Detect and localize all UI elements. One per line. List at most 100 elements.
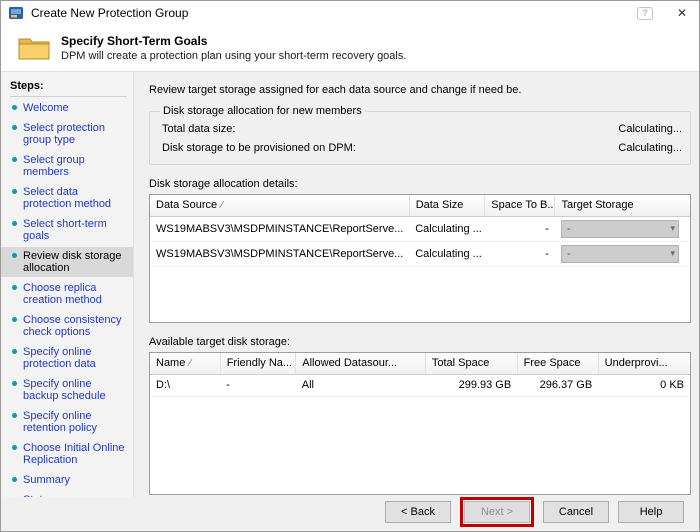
create-protection-group-dialog: Create New Protection Group ? ✕ Specify …: [0, 0, 700, 532]
footer-button-bar: < Back Next > Cancel Help: [1, 497, 699, 531]
sidebar-step-group-members[interactable]: Select group members: [10, 151, 127, 181]
target-storage-dropdown[interactable]: - ▾: [560, 244, 680, 263]
column-header-allowed-datasources[interactable]: Allowed Datasour...: [295, 353, 426, 375]
column-header-space-to-be[interactable]: Space To B...: [484, 195, 556, 217]
cell-allowed-datasources: All: [295, 374, 426, 397]
column-header-name[interactable]: Name ∕: [150, 353, 221, 375]
sidebar-step-replica-creation-method[interactable]: Choose replica creation method: [10, 279, 127, 309]
table-row[interactable]: WS19MABSV3\MSDPMINSTANCE\ReportServe... …: [150, 241, 690, 267]
cell-underprovisioned: 0 KB: [598, 374, 690, 397]
disk-allocation-groupbox: Disk storage allocation for new members …: [149, 105, 691, 165]
dropdown-value: -: [566, 247, 571, 260]
wizard-header: Specify Short-Term Goals DPM will create…: [1, 25, 699, 72]
step-bullet-icon: [12, 157, 17, 162]
titlebar-buttons: ? ✕: [637, 1, 699, 25]
table-row[interactable]: D:\ - All 299.93 GB 296.37 GB 0 KB: [150, 374, 690, 397]
step-bullet-icon: [12, 413, 17, 418]
close-icon: ✕: [676, 6, 688, 20]
titlebar: Create New Protection Group ? ✕: [1, 1, 699, 25]
help-button[interactable]: Help: [618, 501, 684, 523]
step-bullet-icon: [12, 445, 17, 450]
available-target-disk-storage-table: Name ∕ Friendly Na... Allowed Datasour...…: [149, 352, 691, 495]
chevron-down-icon: ▾: [670, 223, 676, 233]
cell-space-to-be: -: [484, 241, 555, 267]
back-button[interactable]: < Back: [385, 501, 451, 523]
column-header-free-space[interactable]: Free Space: [517, 353, 599, 375]
step-bullet-icon: [12, 189, 17, 194]
cell-friendly-name: -: [220, 374, 296, 397]
step-bullet-icon: [12, 105, 17, 110]
cell-name: D:\: [150, 374, 221, 397]
steps-list: Welcome Select protection group type Sel…: [1, 99, 133, 497]
sort-ascending-icon: ∕: [189, 358, 192, 370]
step-label: Summary: [23, 474, 71, 486]
next-button[interactable]: Next >: [464, 501, 530, 523]
step-bullet-icon: [12, 253, 17, 258]
cell-total-space: 299.93 GB: [425, 374, 518, 397]
step-bullet-icon: [12, 381, 17, 386]
step-bullet-icon: [12, 221, 17, 226]
total-data-size-row: Total data size: Calculating...: [160, 119, 682, 138]
sort-ascending-icon: ∕: [221, 200, 223, 212]
sidebar-step-data-protection-method[interactable]: Select data protection method: [10, 183, 127, 213]
sidebar-step-review-disk-storage-allocation: Review disk storage allocation: [1, 247, 133, 277]
column-header-underprovisioned[interactable]: Underprovi...: [598, 353, 690, 375]
cell-target-storage: - ▾: [554, 241, 690, 267]
provisioned-storage-label: Disk storage to be provisioned on DPM:: [162, 142, 356, 154]
column-header-data-size[interactable]: Data Size: [409, 195, 486, 217]
close-button[interactable]: ✕: [665, 1, 699, 25]
column-header-friendly-name[interactable]: Friendly Na...: [220, 353, 297, 375]
groupbox-title: Disk storage allocation for new members: [163, 105, 362, 117]
sidebar-step-welcome[interactable]: Welcome: [10, 99, 127, 117]
total-data-size-value: Calculating...: [618, 123, 682, 135]
step-label: Choose consistency check options: [23, 314, 122, 338]
step-label: Select data protection method: [23, 186, 112, 210]
red-annotation-box: Next >: [460, 497, 534, 527]
column-header-total-space[interactable]: Total Space: [425, 353, 518, 375]
page-subtitle: DPM will create a protection plan using …: [61, 50, 407, 62]
provisioned-storage-row: Disk storage to be provisioned on DPM: C…: [160, 138, 682, 157]
sidebar-step-summary[interactable]: Summary: [10, 471, 127, 489]
available-storage-section-label: Available target disk storage:: [149, 336, 291, 348]
header-text: Specify Short-Term Goals DPM will create…: [61, 34, 406, 62]
column-header-target-storage[interactable]: Target Storage: [554, 195, 690, 217]
column-header-data-source[interactable]: Data Source ∕: [150, 195, 410, 217]
cell-free-space: 296.37 GB: [517, 374, 599, 397]
step-label: Specify online backup schedule: [23, 378, 106, 402]
step-bullet-icon: [12, 349, 17, 354]
help-icon[interactable]: ?: [637, 6, 653, 20]
sidebar-step-online-protection-data[interactable]: Specify online protection data: [10, 343, 127, 373]
step-label: Select short-term goals: [23, 218, 107, 242]
cell-data-source: WS19MABSV3\MSDPMINSTANCE\ReportServe...: [150, 241, 410, 267]
step-label: Specify online protection data: [23, 346, 96, 370]
sidebar-step-short-term-goals[interactable]: Select short-term goals: [10, 215, 127, 245]
page-title: Specify Short-Term Goals: [61, 34, 208, 48]
cell-data-source: WS19MABSV3\MSDPMINSTANCE\ReportServe...: [150, 216, 410, 242]
folder-icon: [18, 38, 50, 60]
main-content: Review target storage assigned for each …: [134, 72, 699, 497]
table-header-row: Data Source ∕ Data Size Space To B... Tar…: [150, 195, 690, 217]
window-title: Create New Protection Group: [31, 6, 189, 20]
step-label: Choose replica creation method: [23, 282, 102, 306]
details-section-label: Disk storage allocation details:: [149, 178, 298, 190]
step-label: Choose Initial Online Replication: [23, 442, 125, 466]
step-label: Welcome: [23, 102, 69, 114]
step-label: Specify online retention policy: [23, 410, 97, 434]
step-label: Select group members: [23, 154, 85, 178]
sidebar-step-consistency-check-options[interactable]: Choose consistency check options: [10, 311, 127, 341]
steps-sidebar: Steps: Welcome Select protection group t…: [1, 72, 134, 497]
sidebar-step-online-backup-schedule[interactable]: Specify online backup schedule: [10, 375, 127, 405]
step-label: Select protection group type: [23, 122, 105, 146]
sidebar-step-protection-group-type[interactable]: Select protection group type: [10, 119, 127, 149]
wizard-body: Steps: Welcome Select protection group t…: [1, 72, 699, 497]
app-icon: [9, 7, 23, 19]
target-storage-dropdown[interactable]: - ▾: [560, 219, 680, 238]
total-data-size-label: Total data size:: [162, 123, 236, 135]
sidebar-step-online-retention-policy[interactable]: Specify online retention policy: [10, 407, 127, 437]
cancel-button[interactable]: Cancel: [543, 501, 609, 523]
provisioned-storage-value: Calculating...: [618, 142, 682, 154]
dropdown-value: -: [566, 222, 571, 235]
table-row[interactable]: WS19MABSV3\MSDPMINSTANCE\ReportServe... …: [150, 216, 690, 242]
cell-data-size: Calculating ...: [409, 216, 485, 242]
sidebar-step-initial-online-replication[interactable]: Choose Initial Online Replication: [10, 439, 127, 469]
